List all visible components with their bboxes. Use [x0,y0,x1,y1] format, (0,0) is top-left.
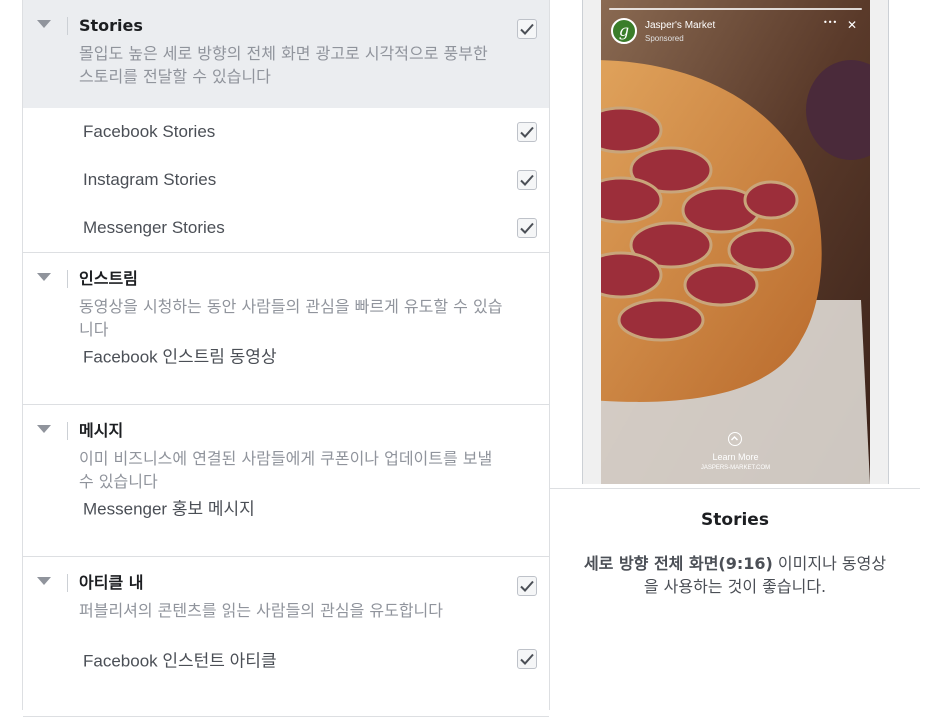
more-options-icon[interactable]: ••• [823,18,837,27]
placement-item-label: Messenger 홍보 메시지 [83,499,255,519]
placement-preview-panel: g Jasper's Market Sponsored ••• ✕ Learn … [550,0,920,710]
cta-url: JASPERS-MARKET.COM [700,465,771,471]
preview-title: Stories [701,510,769,530]
placement-item-label: Messenger Stories [83,218,225,237]
group-checkbox-stories[interactable] [517,19,537,39]
group-description: 퍼블리셔의 콘텐츠를 읽는 사람들의 관심을 유도합니다 [79,601,443,620]
collapse-caret-icon[interactable] [37,425,51,433]
checkmark-icon [520,580,534,592]
item-checkbox[interactable] [517,122,537,142]
cta-learn-more[interactable]: Learn More [601,452,870,462]
phone-frame: g Jasper's Market Sponsored ••• ✕ Learn … [582,0,889,484]
placement-item-messenger-stories[interactable]: Messenger Stories [23,204,549,252]
group-header-stories[interactable]: Stories 몰입도 높은 세로 방향의 전체 화면 광고로 시각적으로 풍부… [23,0,549,108]
chevron-up-icon [730,435,739,441]
placement-group-in-article: 아티클 내 퍼블리셔의 콘텐츠를 읽는 사람들의 관심을 유도합니다 Faceb… [23,557,549,717]
story-preview-image: g Jasper's Market Sponsored ••• ✕ Learn … [601,0,870,484]
group-title: 메시지 [79,421,124,440]
swipe-up-icon[interactable] [728,432,742,446]
divider [67,17,68,35]
placement-group-messages: 메시지 이미 비즈니스에 연결된 사람들에게 쿠폰이나 업데이트를 보낼 수 있… [23,405,549,557]
placement-item-label: Facebook Stories [83,122,216,141]
placement-group-instream: 인스트림 동영상을 시청하는 동안 사람들의 관심을 빠르게 유도할 수 있습니… [23,253,549,405]
advertiser-logo: g [611,18,637,44]
placement-item-label: Instagram Stories [83,170,217,189]
divider [550,488,920,489]
preview-description-emphasis: 세로 방향 전체 화면(9:16) [583,554,773,573]
placement-group-stories: Stories 몰입도 높은 세로 방향의 전체 화면 광고로 시각적으로 풍부… [23,0,549,253]
placement-item-label: Facebook 인스트림 동영상 [83,347,277,367]
collapse-caret-icon[interactable] [37,577,51,585]
placement-item-facebook-stories[interactable]: Facebook Stories [23,108,549,156]
divider [67,270,68,288]
checkmark-icon [520,174,534,186]
item-checkbox[interactable] [517,218,537,238]
group-checkbox-in-article[interactable] [517,576,537,596]
advertiser-name: Jasper's Market [645,20,716,31]
placement-item-label: Facebook 인스턴트 아티클 [83,651,277,671]
item-checkbox[interactable] [517,649,537,669]
sponsored-label: Sponsored [645,34,684,43]
item-checkbox[interactable] [517,170,537,190]
checkmark-icon [520,653,534,665]
divider [67,422,68,440]
placement-item-facebook-instant-articles[interactable]: Facebook 인스턴트 아티클 [23,635,549,683]
checkmark-icon [520,23,534,35]
fig-tart-image [601,0,870,484]
preview-description: 세로 방향 전체 화면(9:16) 이미지나 동영상을 사용하는 것이 좋습니다… [580,552,890,598]
placement-item-facebook-instream[interactable]: Facebook 인스트림 동영상 [23,331,549,379]
collapse-caret-icon[interactable] [37,20,51,28]
group-title: 인스트림 [79,269,138,288]
close-icon[interactable]: ✕ [847,18,857,32]
divider [67,574,68,592]
placement-item-instagram-stories[interactable]: Instagram Stories [23,156,549,204]
group-title: Stories [79,16,143,35]
group-description: 몰입도 높은 세로 방향의 전체 화면 광고로 시각적으로 풍부한 스토리를 전… [79,44,488,86]
placement-item-messenger-sponsored[interactable]: Messenger 홍보 메시지 [23,483,549,531]
placements-panel: Stories 몰입도 높은 세로 방향의 전체 화면 광고로 시각적으로 풍부… [22,0,550,717]
checkmark-icon [520,126,534,138]
group-title: 아티클 내 [79,573,144,592]
checkmark-icon [520,222,534,234]
collapse-caret-icon[interactable] [37,273,51,281]
